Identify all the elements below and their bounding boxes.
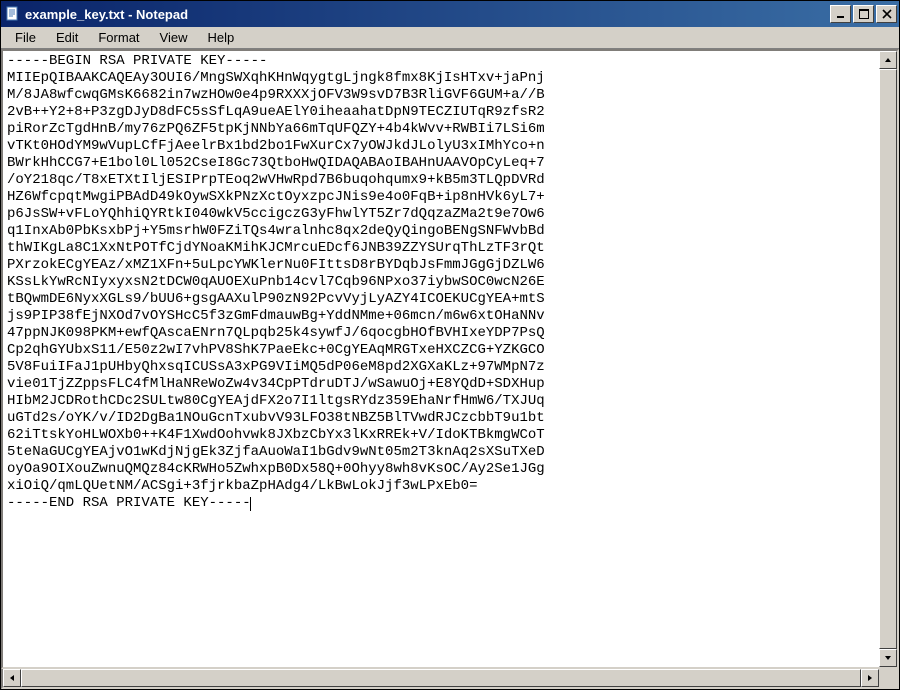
- maximize-button[interactable]: [853, 5, 874, 23]
- horizontal-scrollbar[interactable]: [3, 669, 879, 687]
- scroll-up-button[interactable]: [879, 51, 897, 69]
- notepad-window: example_key.txt - Notepad File Edit Form…: [0, 0, 900, 690]
- scroll-corner: [879, 669, 897, 687]
- scroll-down-button[interactable]: [879, 649, 897, 667]
- scroll-track-horizontal[interactable]: [21, 669, 861, 687]
- menu-format[interactable]: Format: [88, 28, 149, 47]
- menu-file[interactable]: File: [5, 28, 46, 47]
- scroll-track-vertical[interactable]: [879, 69, 897, 649]
- minimize-button[interactable]: [830, 5, 851, 23]
- close-button[interactable]: [876, 5, 897, 23]
- scroll-thumb-horizontal[interactable]: [21, 669, 861, 687]
- menu-help[interactable]: Help: [197, 28, 244, 47]
- text-editor[interactable]: -----BEGIN RSA PRIVATE KEY----- MIIEpQIB…: [3, 51, 879, 667]
- scroll-thumb-vertical[interactable]: [879, 69, 897, 649]
- text-caret: [250, 497, 251, 511]
- client-area: -----BEGIN RSA PRIVATE KEY----- MIIEpQIB…: [1, 49, 899, 669]
- menu-view[interactable]: View: [150, 28, 198, 47]
- menubar: File Edit Format View Help: [1, 27, 899, 49]
- scroll-left-button[interactable]: [3, 669, 21, 687]
- bottom-scroll-row: [1, 669, 899, 689]
- window-controls: [828, 5, 897, 23]
- titlebar[interactable]: example_key.txt - Notepad: [1, 1, 899, 27]
- vertical-scrollbar[interactable]: [879, 51, 897, 667]
- scroll-right-button[interactable]: [861, 669, 879, 687]
- menu-edit[interactable]: Edit: [46, 28, 88, 47]
- window-title: example_key.txt - Notepad: [25, 7, 828, 22]
- notepad-icon: [5, 6, 21, 22]
